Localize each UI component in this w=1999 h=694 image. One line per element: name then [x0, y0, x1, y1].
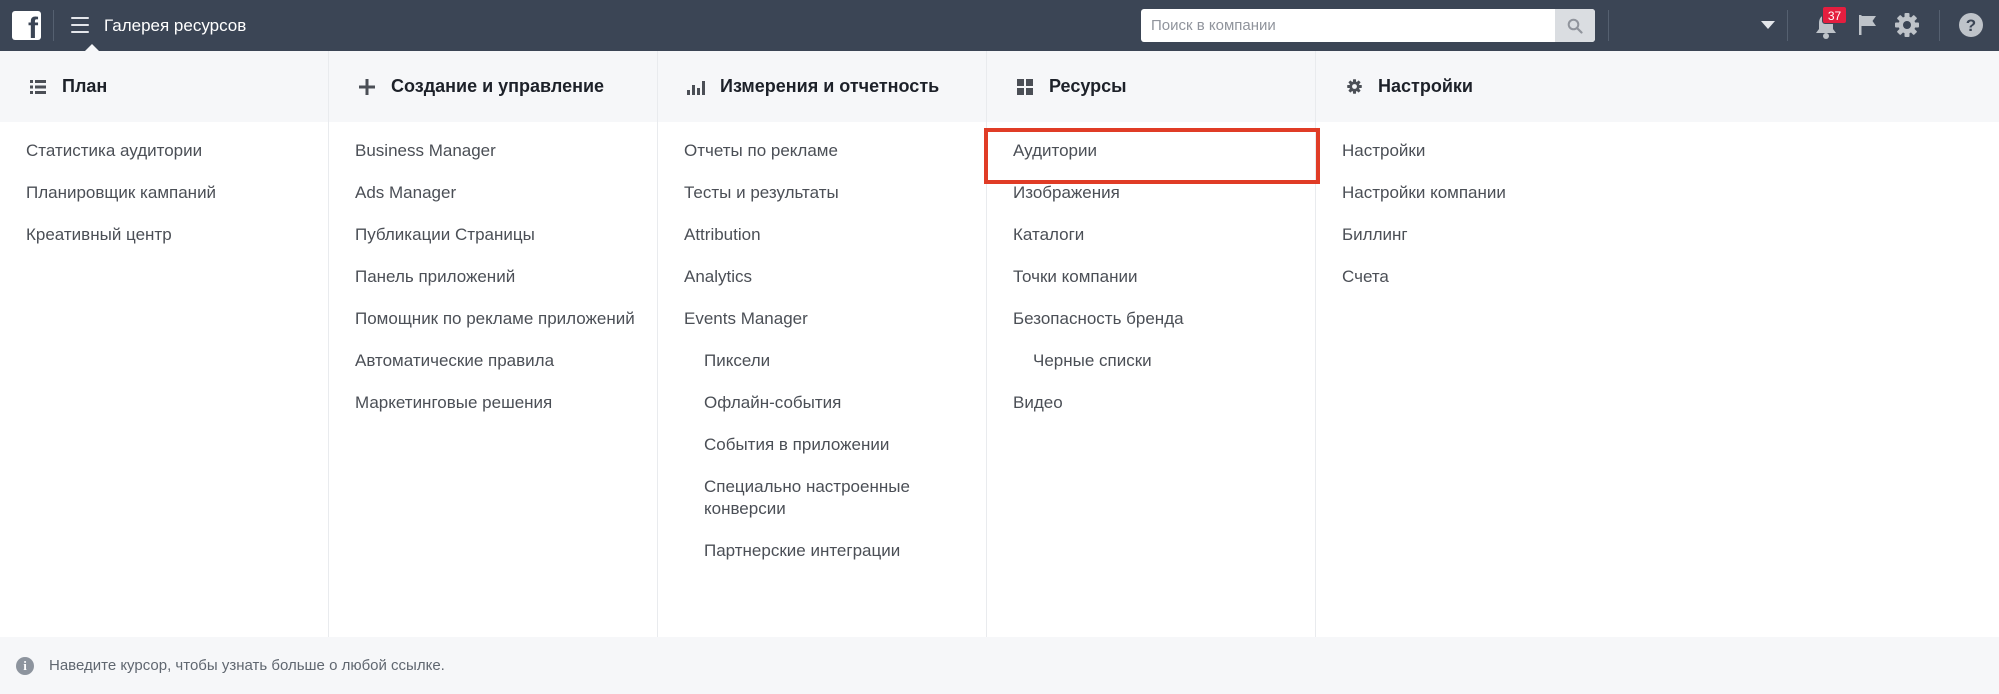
menu-link[interactable]: Отчеты по рекламе [684, 140, 966, 162]
menu-link[interactable]: Статистика аудитории [26, 140, 308, 162]
footer-hint-text: Наведите курсор, чтобы узнать больше о л… [49, 657, 445, 674]
column-link-list: Настройки Настройки компании Биллинг Счета [1316, 122, 1999, 288]
column-title: План [62, 76, 108, 96]
divider [1608, 10, 1609, 41]
divider [1939, 10, 1940, 41]
menu-link[interactable]: Изображения [1013, 182, 1295, 204]
menu-link[interactable]: События в приложении [684, 434, 966, 456]
menu-link[interactable]: Счета [1342, 266, 1979, 288]
highlight-annotation-box [984, 128, 1320, 184]
menu-link[interactable]: Специально настроенные конверсии [684, 476, 966, 520]
gear-icon[interactable] [1893, 11, 1921, 39]
column-title: Измерения и отчетность [720, 76, 940, 96]
divider [53, 10, 54, 41]
hint-footer: i Наведите курсор, чтобы узнать больше о… [0, 637, 1999, 694]
column-header: Ресурсы [987, 51, 1315, 122]
menu-column-5: Настройки Настройки Настройки компании Билл… [1316, 51, 1999, 637]
menu-link[interactable]: Events Manager [684, 308, 966, 330]
menu-link[interactable]: Биллинг [1342, 224, 1979, 246]
app-title[interactable]: Галерея ресурсов [104, 0, 246, 51]
grid-icon [1015, 77, 1035, 97]
column-title: Ресурсы [1049, 76, 1127, 96]
menu-link[interactable]: Attribution [684, 224, 966, 246]
notifications-badge: 37 [1822, 6, 1847, 24]
menu-link[interactable]: Креативный центр [26, 224, 308, 246]
menu-column-2: Создание и управление Business Manager Ads… [329, 51, 658, 637]
account-dropdown-chevron-icon[interactable] [1761, 21, 1775, 29]
menu-link[interactable]: Черные списки [1013, 350, 1295, 372]
svg-text:?: ? [1966, 16, 1976, 35]
menu-link[interactable]: Настройки компании [1342, 182, 1979, 204]
facebook-logo-icon[interactable]: f [12, 11, 41, 40]
search-input[interactable] [1141, 9, 1555, 42]
menu-link[interactable]: Видео [1013, 392, 1295, 414]
menu-link[interactable]: Тесты и результаты [684, 182, 966, 204]
bar-chart-icon [686, 77, 706, 97]
list-icon [28, 77, 48, 97]
column-title: Создание и управление [391, 76, 605, 96]
menu-link[interactable]: Панель приложений [355, 266, 637, 288]
menu-link[interactable]: Автоматические правила [355, 350, 637, 372]
menu-link[interactable]: Каталоги [1013, 224, 1295, 246]
menu-link[interactable]: Помощник по рекламе приложений [355, 308, 637, 330]
column-link-list: Отчеты по рекламе Тесты и результаты Attri… [658, 122, 986, 562]
menu-link[interactable]: Публикации Страницы [355, 224, 637, 246]
menu-link[interactable]: Ads Manager [355, 182, 637, 204]
column-header: План [0, 51, 328, 122]
menu-link[interactable]: Пиксели [684, 350, 966, 372]
menu-link[interactable]: Точки компании [1013, 266, 1295, 288]
column-link-list: Business Manager Ads Manager Публикации Ст… [329, 122, 657, 414]
column-header: Настройки [1316, 51, 1999, 122]
menu-link[interactable]: Business Manager [355, 140, 637, 162]
menu-link[interactable]: Analytics [684, 266, 966, 288]
menu-column-3: Измерения и отчетность Отчеты по рекламе Т… [658, 51, 987, 637]
menu-link[interactable]: Настройки [1342, 140, 1979, 162]
menu-link[interactable]: Безопасность бренда [1013, 308, 1295, 330]
menu-link[interactable]: Планировщик кампаний [26, 182, 308, 204]
column-title: Настройки [1378, 76, 1473, 96]
gear-icon [1344, 77, 1364, 97]
menu-column-1: План Статистика аудитории Планировщик камп… [0, 51, 329, 637]
search-button[interactable] [1555, 9, 1595, 42]
help-icon[interactable]: ? [1958, 12, 1984, 38]
flag-icon[interactable] [1857, 13, 1879, 37]
column-link-list: Статистика аудитории Планировщик кампаний… [0, 122, 328, 246]
search-icon [1567, 18, 1583, 34]
info-icon: i [16, 656, 34, 675]
column-header: Измерения и отчетность [658, 51, 986, 122]
hamburger-menu-icon[interactable] [71, 17, 89, 33]
divider [1787, 10, 1788, 41]
logo-glyph: f [28, 12, 38, 41]
plus-icon [357, 77, 377, 97]
menu-link[interactable]: Партнерские интеграции [684, 540, 966, 562]
menu-link[interactable]: Офлайн-события [684, 392, 966, 414]
column-header: Создание и управление [329, 51, 657, 122]
menu-link[interactable]: Маркетинговые решения [355, 392, 637, 414]
company-search [1141, 9, 1595, 42]
top-navigation-bar: f Галерея ресурсов 37 [0, 0, 1999, 52]
